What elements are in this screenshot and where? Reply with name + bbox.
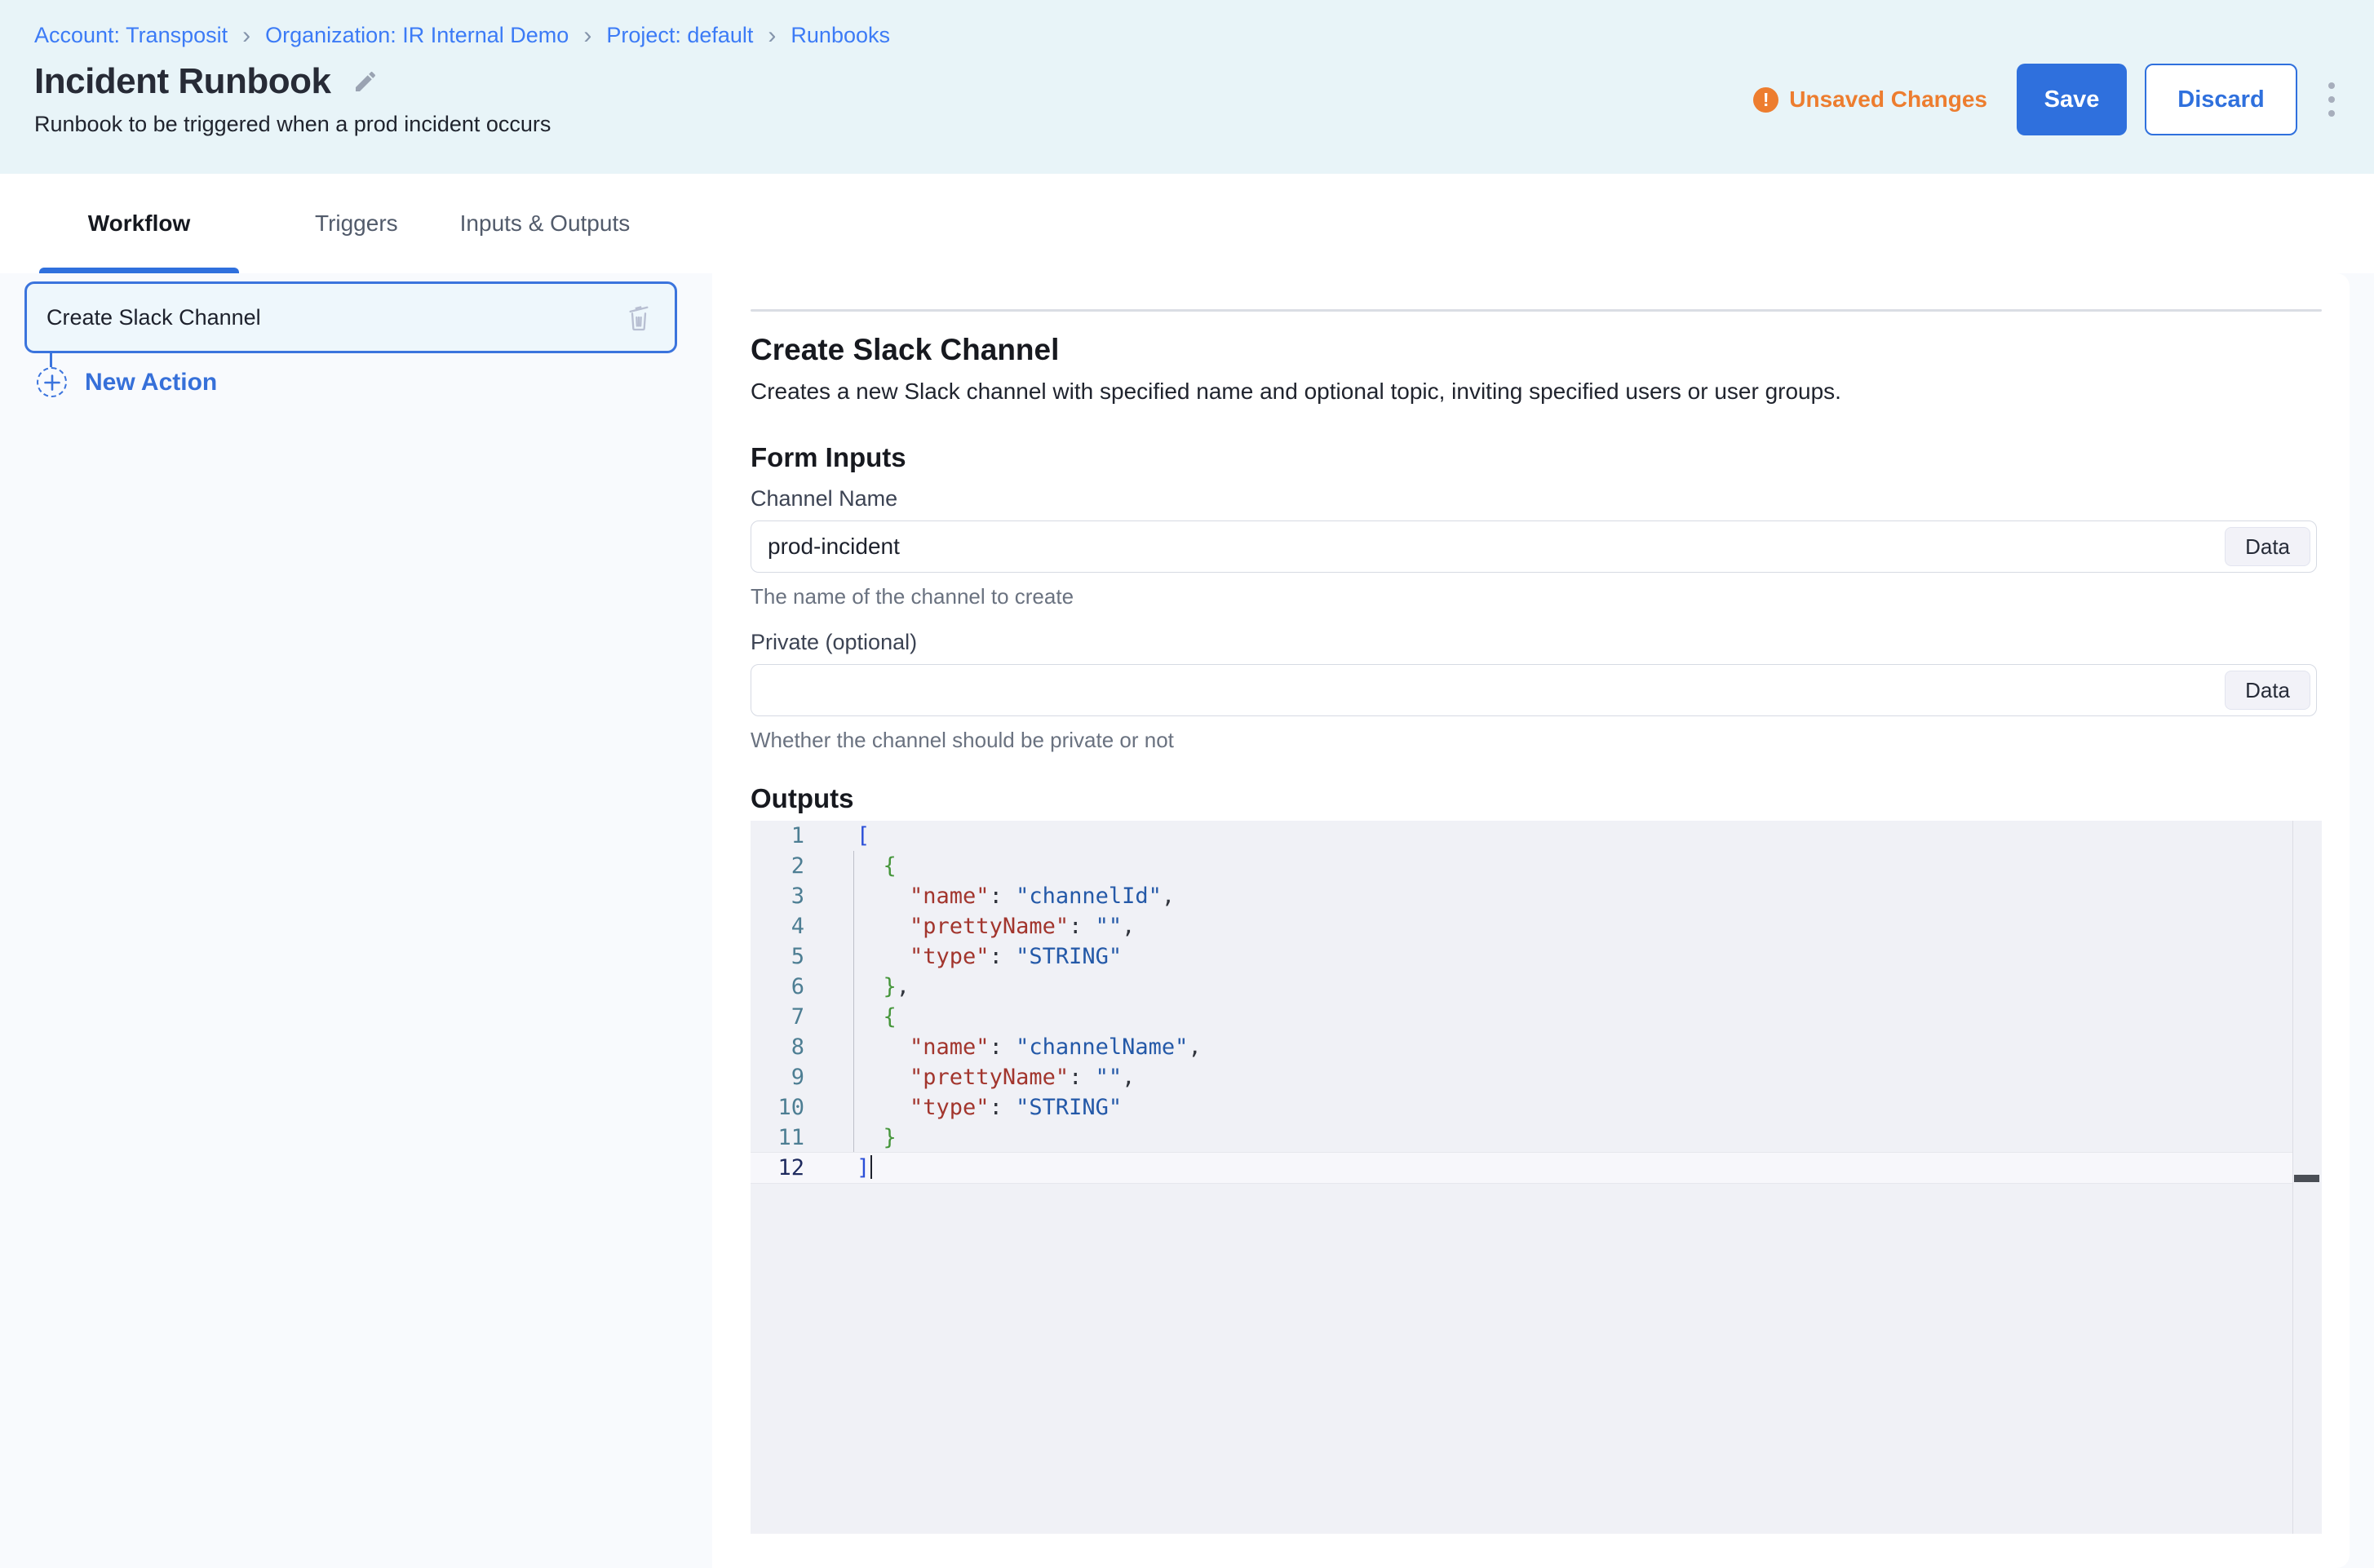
code-line-text: "name": "channelName", [804, 1032, 1202, 1062]
code-line[interactable]: 2 { [751, 851, 2322, 881]
code-line[interactable]: 11 } [751, 1123, 2322, 1153]
code-line-text: "type": "STRING" [804, 1092, 1122, 1123]
page-header: Account: Transposit › Organization: IR I… [0, 0, 2374, 174]
line-number: 1 [751, 821, 804, 851]
page-title: Incident Runbook [34, 61, 331, 102]
warning-icon: ! [1753, 87, 1778, 113]
code-line-text: "prettyName": "", [804, 1062, 1135, 1092]
unsaved-changes-badge: ! Unsaved Changes [1753, 86, 1987, 113]
breadcrumb-link-account[interactable]: Account: Transposit [34, 23, 228, 48]
line-number: 11 [751, 1123, 804, 1153]
code-line[interactable]: 4 "prettyName": "", [751, 911, 2322, 941]
line-number: 5 [751, 941, 804, 972]
code-line[interactable]: 8 "name": "channelName", [751, 1032, 2322, 1062]
code-line-text: { [804, 1002, 897, 1032]
private-label: Private (optional) [751, 629, 2350, 656]
code-line[interactable]: 3 "name": "channelId", [751, 881, 2322, 911]
line-number: 2 [751, 851, 804, 881]
workflow-steps-panel: Create Slack Channel New Action [0, 273, 712, 1568]
code-line[interactable]: 1[ [751, 821, 2322, 851]
code-line[interactable]: 7 { [751, 1002, 2322, 1032]
kebab-menu-icon[interactable] [2323, 78, 2340, 122]
plus-icon [37, 367, 67, 397]
line-number: 10 [751, 1092, 804, 1123]
line-number: 8 [751, 1032, 804, 1062]
private-help: Whether the channel should be private or… [751, 727, 2350, 753]
action-title: Create Slack Channel [751, 333, 2350, 367]
code-line[interactable]: 12] [751, 1153, 2292, 1183]
code-line[interactable]: 5 "type": "STRING" [751, 941, 2322, 972]
channel-name-label: Channel Name [751, 485, 2350, 512]
section-divider [751, 309, 2322, 312]
action-detail-panel: Create Slack Channel Creates a new Slack… [712, 273, 2350, 1568]
code-line-text: } [804, 1123, 897, 1153]
tab-bar: Workflow Triggers Inputs & Outputs [0, 174, 2374, 273]
code-line-text: "prettyName": "", [804, 911, 1135, 941]
tab-workflow[interactable]: Workflow [39, 174, 239, 273]
code-line[interactable]: 10 "type": "STRING" [751, 1092, 2322, 1123]
code-line-text: ] [804, 1153, 872, 1183]
unsaved-changes-label: Unsaved Changes [1789, 86, 1987, 113]
text-cursor [870, 1155, 872, 1179]
line-number: 6 [751, 972, 804, 1002]
breadcrumb-link-organization[interactable]: Organization: IR Internal Demo [265, 23, 569, 48]
code-line-text: }, [804, 972, 910, 1002]
breadcrumb: Account: Transposit › Organization: IR I… [34, 23, 2374, 48]
delete-action-icon[interactable] [622, 301, 655, 334]
new-action-label: New Action [85, 369, 217, 396]
action-card-label: Create Slack Channel [47, 305, 622, 330]
new-action-button[interactable]: New Action [37, 367, 712, 397]
action-card-create-slack-channel[interactable]: Create Slack Channel [24, 281, 677, 353]
channel-name-help: The name of the channel to create [751, 583, 2350, 609]
breadcrumb-separator: › [768, 24, 776, 48]
code-line[interactable]: 9 "prettyName": "", [751, 1062, 2322, 1092]
editor-scrollbar-thumb[interactable] [2294, 1175, 2319, 1182]
form-inputs-heading: Form Inputs [751, 441, 2350, 474]
code-line-text: { [804, 851, 897, 881]
line-number: 12 [751, 1153, 804, 1183]
private-data-button[interactable]: Data [2225, 671, 2310, 710]
edit-title-icon[interactable] [352, 69, 379, 95]
tab-triggers[interactable]: Triggers [315, 174, 398, 273]
code-line-text: "name": "channelId", [804, 881, 1175, 911]
workflow-connector-line [50, 353, 52, 367]
code-editor-lines: 1[2 {3 "name": "channelId",4 "prettyName… [751, 821, 2322, 1183]
code-line[interactable]: 6 }, [751, 972, 2322, 1002]
code-line-text: [ [804, 821, 870, 851]
code-line-text: "type": "STRING" [804, 941, 1122, 972]
breadcrumb-separator: › [583, 24, 591, 48]
breadcrumb-link-runbooks[interactable]: Runbooks [791, 23, 890, 48]
editor-scrollbar-track [2292, 821, 2293, 1534]
save-button[interactable]: Save [2017, 64, 2127, 135]
line-number: 3 [751, 881, 804, 911]
discard-button[interactable]: Discard [2145, 64, 2297, 135]
outputs-heading: Outputs [751, 782, 2350, 815]
line-number: 4 [751, 911, 804, 941]
line-number: 7 [751, 1002, 804, 1032]
breadcrumb-link-project[interactable]: Project: default [606, 23, 753, 48]
tab-inputs-outputs[interactable]: Inputs & Outputs [460, 174, 631, 273]
action-description: Creates a new Slack channel with specifi… [751, 378, 2350, 405]
breadcrumb-separator: › [242, 24, 250, 48]
private-input[interactable] [751, 664, 2317, 716]
channel-name-data-button[interactable]: Data [2225, 527, 2310, 566]
channel-name-input[interactable] [751, 520, 2317, 573]
line-number: 9 [751, 1062, 804, 1092]
outputs-code-editor[interactable]: 1[2 {3 "name": "channelId",4 "prettyName… [751, 821, 2322, 1534]
